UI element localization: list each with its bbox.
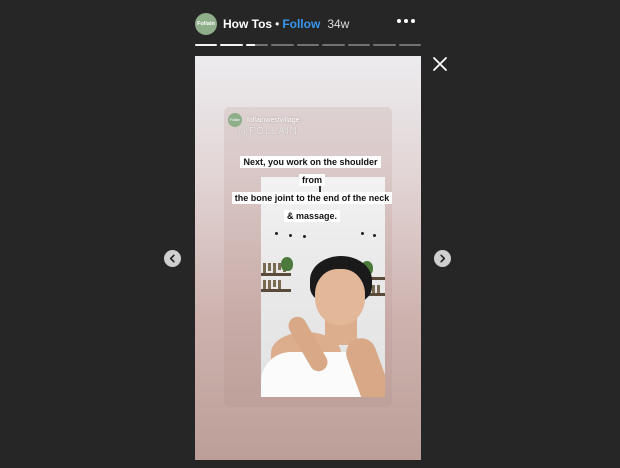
caption-line-1: Next, you work on the shoulder from: [240, 156, 381, 186]
post-age: 34w: [327, 17, 350, 31]
next-story-button[interactable]: [434, 250, 451, 267]
progress-segment: [322, 44, 345, 46]
account-avatar[interactable]: Follain: [195, 13, 217, 35]
separator-dot: •: [275, 17, 280, 31]
story-header: Follain How Tos • Follow 34w: [195, 11, 421, 37]
caption-line-3: & massage.: [283, 210, 341, 222]
reshared-account-name: follainwestvillage: [247, 116, 300, 124]
progress-segment: [347, 44, 371, 46]
account-name[interactable]: How Tos: [223, 17, 272, 31]
progress-segment: [245, 44, 269, 46]
progress-segment: [220, 44, 243, 46]
progress-segment: [271, 44, 294, 46]
previous-story-button[interactable]: [164, 250, 181, 267]
more-options-icon[interactable]: [397, 15, 415, 27]
story-caption: Next, you work on the shoulder from the …: [231, 152, 393, 224]
brand-handle-watermark: @FOLLAIN: [238, 126, 298, 137]
close-icon[interactable]: [432, 56, 448, 72]
reshared-post-header: Follain follainwestvillage: [228, 113, 300, 127]
progress-segment: [398, 44, 421, 46]
chevron-left-icon: [169, 254, 175, 263]
story-frame[interactable]: Follain follainwestvillage @FOLLAIN Next…: [195, 56, 421, 460]
follow-button[interactable]: Follow: [282, 17, 320, 31]
progress-segment: [373, 44, 396, 46]
reshared-account-avatar: Follain: [228, 113, 242, 127]
caption-line-2: the bone joint to the end of the neck: [231, 192, 393, 204]
chevron-right-icon: [440, 254, 446, 263]
story-progress-bar: [195, 44, 421, 46]
progress-segment: [296, 44, 320, 46]
progress-segment: [195, 44, 218, 46]
